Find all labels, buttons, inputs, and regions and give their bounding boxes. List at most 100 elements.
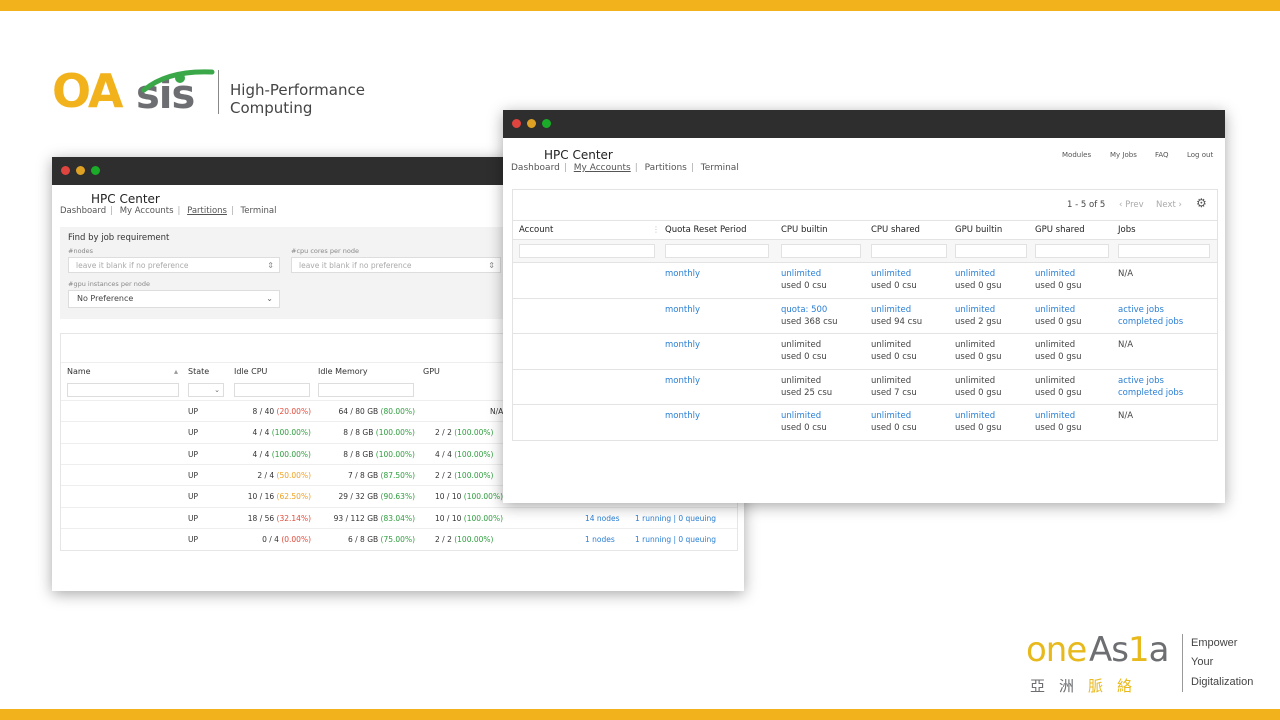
col-gpu-builtin[interactable]: GPU builtin — [955, 225, 1002, 235]
memory-percent: (83.04%) — [380, 513, 415, 523]
nav-partitions[interactable]: Partitions — [645, 163, 687, 173]
link-faq[interactable]: FAQ — [1155, 151, 1169, 159]
pager-next[interactable]: Next › — [1156, 200, 1182, 210]
cpu-builtin-filter — [781, 244, 861, 258]
cpu-builtin-cell-quota[interactable]: unlimited — [781, 410, 821, 422]
link-log-out[interactable]: Log out — [1187, 151, 1213, 159]
gpu-value: N/A — [490, 407, 504, 416]
stepper-icon[interactable]: ⇕ — [267, 258, 274, 274]
gpu-builtin-cell-quota[interactable]: unlimited — [955, 410, 995, 422]
top-accent-bar — [0, 0, 1280, 11]
memory-percent: (75.00%) — [380, 534, 415, 544]
memory-value: 93 / 112 GB — [333, 513, 381, 523]
gpu-cell: 10 / 10 (100.00%) — [435, 514, 503, 523]
cpu-shared-cell-quota[interactable]: unlimited — [871, 304, 911, 316]
gpu-builtin-cell-quota[interactable]: unlimited — [955, 268, 995, 280]
filter-row — [513, 239, 1217, 263]
column-resize-icon[interactable]: ⋮ — [652, 225, 660, 234]
jobs-link[interactable]: 1 running | 0 queuing — [635, 535, 716, 544]
nodes-link[interactable]: 14 nodes — [585, 514, 620, 523]
gpu-value: 10 / 10 — [435, 492, 464, 502]
col-state[interactable]: State — [188, 367, 209, 376]
cpu-shared-cell-used: used 0 csu — [871, 281, 917, 291]
cpu-percent: (0.00%) — [281, 534, 311, 544]
oasis-logo: OA sis High-Performance Computing — [52, 64, 452, 120]
close-window-icon[interactable] — [61, 166, 70, 175]
close-window-icon[interactable] — [512, 119, 521, 128]
quota-period-link[interactable]: monthly — [665, 375, 700, 387]
idle-cpu-cell: 4 / 4 (100.00%) — [253, 428, 311, 437]
col-gpu[interactable]: GPU — [423, 367, 440, 376]
link-my-jobs[interactable]: My Jobs — [1110, 151, 1137, 159]
nav-terminal[interactable]: Terminal — [701, 163, 739, 173]
cpu-builtin-cell-used: used 0 csu — [781, 423, 827, 433]
cpu-shared-filter — [871, 244, 947, 258]
nodes-input[interactable]: leave it blank if no preference ⇕ — [68, 257, 280, 273]
quota-period-link[interactable]: monthly — [665, 339, 700, 351]
quota-period-link[interactable]: monthly — [665, 304, 700, 316]
minimize-window-icon[interactable] — [76, 166, 85, 175]
nav-dashboard[interactable]: Dashboard — [60, 206, 106, 216]
gpu-shared-cell-used: used 0 gsu — [1035, 316, 1082, 327]
link-modules[interactable]: Modules — [1062, 151, 1091, 159]
jobs-filter — [1118, 244, 1210, 258]
cpu-percent: (20.00%) — [276, 407, 311, 416]
active-jobs-link[interactable]: active jobs — [1118, 375, 1164, 387]
col-jobs[interactable]: Jobs — [1118, 225, 1136, 235]
cpu-shared-cell-used: used 7 csu — [871, 387, 917, 398]
cpu-builtin-cell-used: used 0 csu — [781, 352, 827, 362]
col-cpu-builtin[interactable]: CPU builtin — [781, 225, 828, 235]
nodes-link[interactable]: 1 nodes — [585, 535, 615, 544]
quota-period-link[interactable]: monthly — [665, 410, 700, 422]
oneasia-as: As — [1089, 630, 1129, 670]
gpu-shared-cell-quota[interactable]: unlimited — [1035, 410, 1075, 422]
memory-percent: (90.63%) — [380, 492, 415, 502]
gpu-shared-cell-quota[interactable]: unlimited — [1035, 268, 1075, 280]
oneasia-chinese: 亞洲脈絡 — [1030, 675, 1146, 696]
minimize-window-icon[interactable] — [527, 119, 536, 128]
maximize-window-icon[interactable] — [91, 166, 100, 175]
cpu-builtin-cell-quota[interactable]: unlimited — [781, 268, 821, 280]
maximize-window-icon[interactable] — [542, 119, 551, 128]
completed-jobs-link[interactable]: completed jobs — [1118, 387, 1183, 399]
gpu-shared-cell-used: used 0 gsu — [1035, 281, 1082, 291]
col-name[interactable]: Name — [67, 367, 91, 376]
account-filter-input[interactable] — [519, 244, 655, 258]
idle-memory-cell: 6 / 8 GB (75.00%) — [348, 535, 415, 544]
nav-my-accounts[interactable]: My Accounts — [120, 206, 174, 216]
gpu-builtin-cell-quota[interactable]: unlimited — [955, 304, 995, 316]
completed-jobs-link[interactable]: completed jobs — [1118, 316, 1183, 328]
nav-partitions[interactable]: Partitions — [187, 206, 227, 216]
gear-icon[interactable]: ⚙ — [1196, 196, 1207, 210]
gpu-value: 2 / 2 — [435, 470, 455, 480]
cores-input[interactable]: leave it blank if no preference ⇕ — [291, 257, 501, 273]
name-filter-input[interactable] — [67, 383, 179, 397]
cpu-shared-cell-quota[interactable]: unlimited — [871, 268, 911, 280]
active-jobs-link[interactable]: active jobs — [1118, 304, 1164, 316]
memory-filter-input[interactable] — [318, 383, 414, 397]
cpu-filter-input[interactable] — [234, 383, 310, 397]
jobs-link[interactable]: 1 running | 0 queuing — [635, 514, 716, 523]
col-gpu-shared[interactable]: GPU shared — [1035, 225, 1085, 235]
col-idle-memory[interactable]: Idle Memory — [318, 367, 368, 376]
idle-cpu-cell: 0 / 4 (0.00%) — [262, 535, 311, 544]
cpu-shared-cell-quota[interactable]: unlimited — [871, 410, 911, 422]
state-filter-select[interactable]: ⌄ — [188, 383, 224, 397]
memory-percent: (100.00%) — [375, 449, 415, 459]
gpu-select[interactable]: No Preference ⌄ — [68, 290, 280, 308]
cpu-builtin-cell-quota[interactable]: quota: 500 — [781, 304, 827, 316]
stepper-icon[interactable]: ⇕ — [488, 258, 495, 274]
quota-period-link[interactable]: monthly — [665, 268, 700, 280]
col-cpu-shared[interactable]: CPU shared — [871, 225, 920, 235]
nav-terminal[interactable]: Terminal — [241, 206, 277, 216]
pager-prev[interactable]: ‹ Prev — [1119, 200, 1144, 210]
nav-dashboard[interactable]: Dashboard — [511, 163, 560, 173]
col-account[interactable]: Account — [519, 225, 553, 235]
nav-my-accounts[interactable]: My Accounts — [574, 163, 631, 173]
col-idle-cpu[interactable]: Idle CPU — [234, 367, 267, 376]
gpu-shared-cell-quota[interactable]: unlimited — [1035, 304, 1075, 316]
sort-icon[interactable]: ▴ — [174, 367, 178, 376]
col-quota-reset[interactable]: Quota Reset Period — [665, 225, 746, 235]
app-title: HPC Center — [544, 148, 613, 162]
cores-placeholder: leave it blank if no preference — [299, 261, 412, 270]
